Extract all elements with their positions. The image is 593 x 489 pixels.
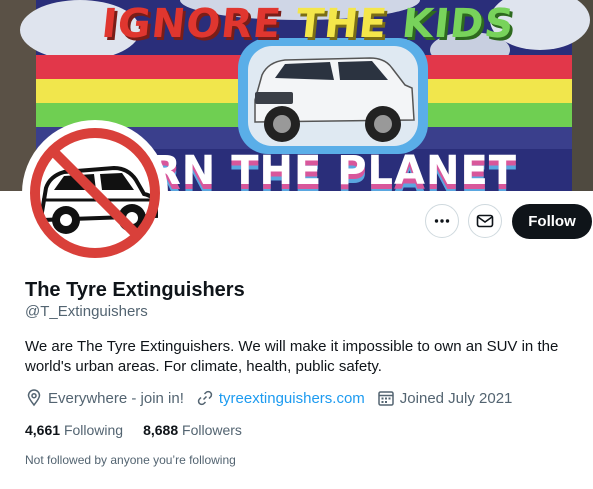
envelope-icon bbox=[476, 214, 494, 228]
banner-bottom-text: RN THE PLANET bbox=[150, 148, 518, 191]
more-button[interactable] bbox=[425, 204, 459, 238]
profile-handle: @T_Extinguishers bbox=[25, 303, 148, 320]
joined-text: Joined July 2021 bbox=[399, 389, 513, 407]
message-button[interactable] bbox=[468, 204, 502, 238]
profile-bio: We are The Tyre Extinguishers. We will m… bbox=[25, 338, 559, 375]
follow-button[interactable]: Follow bbox=[512, 204, 592, 239]
following-count: 4,661 bbox=[25, 422, 61, 438]
avatar[interactable] bbox=[22, 120, 168, 266]
following-link[interactable]: 4,661 Following bbox=[25, 422, 123, 438]
followers-label: Followers bbox=[182, 422, 242, 438]
followed-by-text: Not followed by anyone you’re following bbox=[25, 453, 236, 467]
profile-meta: Everywhere - join in! tyreextinguishers.… bbox=[25, 389, 524, 407]
banner-word-the: THE bbox=[293, 1, 390, 47]
joined-item: Joined July 2021 bbox=[377, 389, 513, 407]
profile-name: The Tyre Extinguishers bbox=[25, 279, 245, 301]
more-horizontal-icon bbox=[434, 219, 450, 223]
location-pin-icon bbox=[27, 389, 41, 407]
banner-word-kids: KIDS bbox=[399, 1, 517, 47]
website-item[interactable]: tyreextinguishers.com bbox=[196, 389, 365, 407]
banner-headline: IGNORE THE KIDS bbox=[99, 1, 517, 47]
following-label: Following bbox=[63, 422, 124, 438]
no-suv-icon bbox=[26, 124, 164, 262]
banner-word-ignore: IGNORE bbox=[99, 1, 284, 47]
location-item: Everywhere - join in! bbox=[25, 389, 184, 407]
link-icon bbox=[197, 390, 213, 406]
calendar-icon bbox=[378, 391, 394, 406]
followers-count: 8,688 bbox=[143, 422, 179, 438]
profile-stats: 4,661 Following 8,688 Followers bbox=[25, 422, 262, 438]
followers-link[interactable]: 8,688 Followers bbox=[143, 422, 242, 438]
website-link[interactable]: tyreextinguishers.com bbox=[219, 390, 365, 407]
location-text: Everywhere - join in! bbox=[48, 389, 184, 407]
